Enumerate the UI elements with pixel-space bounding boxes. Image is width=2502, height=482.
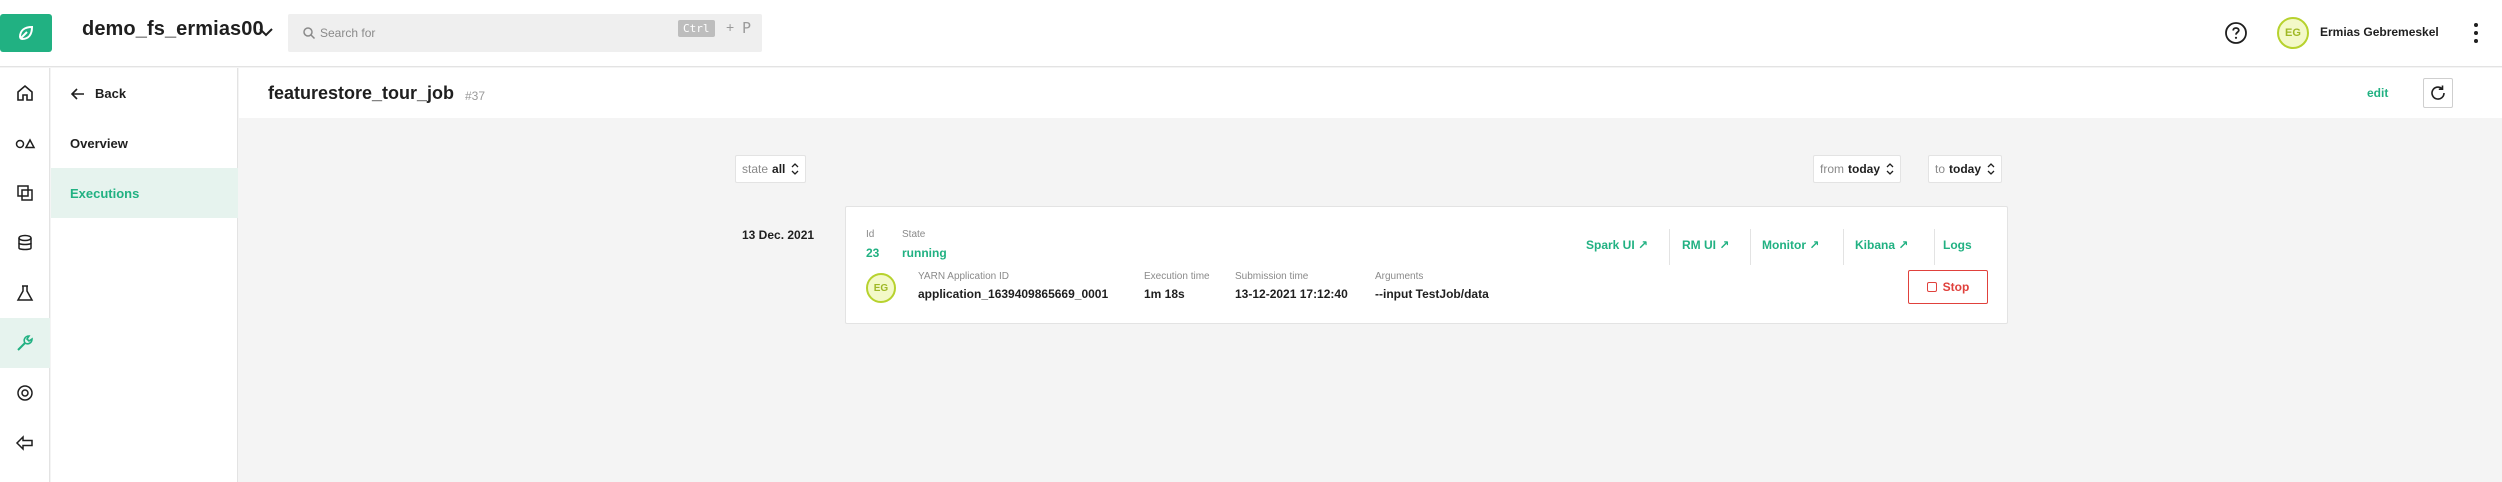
kibana-link[interactable]: Kibana ↗ (1855, 238, 1908, 252)
rail-item-database[interactable] (0, 218, 50, 268)
back-label: Back (95, 86, 127, 101)
jobs-icon (17, 335, 33, 351)
execution-arguments: --input TestJob/data (1375, 287, 1489, 301)
rail-item-settings[interactable] (0, 368, 50, 418)
top-bar: demo_fs_ermias00 Ctrl + P EG Ermias Gebr… (0, 0, 2502, 67)
icon-rail (0, 68, 50, 482)
rail-item-experiments[interactable] (0, 268, 50, 318)
execution-time-label: Execution time (1144, 271, 1210, 282)
training-datasets-icon (17, 185, 33, 201)
user-avatar[interactable]: EG (2277, 17, 2309, 49)
execution-id-label: Id (866, 229, 875, 240)
subnav-item-executions[interactable]: Executions (51, 168, 238, 218)
chevron-down-icon[interactable] (256, 22, 276, 42)
stop-label: Stop (1942, 280, 1970, 294)
rail-item-jobs[interactable] (0, 318, 50, 368)
submission-time-label: Submission time (1235, 271, 1309, 282)
page-title: featurestore_tour_job (268, 83, 455, 103)
to-filter-label: to (1935, 162, 1946, 176)
monitor-link[interactable]: Monitor ↗ (1762, 238, 1819, 252)
edit-link[interactable]: edit (2367, 86, 2388, 100)
execution-card: Id 23 State running EG YARN Application … (845, 206, 2008, 324)
execution-user-avatar: EG (866, 273, 896, 303)
execution-state-label: State (902, 229, 926, 240)
refresh-icon (2431, 85, 2445, 100)
stop-icon (1926, 282, 1937, 292)
user-name[interactable]: Ermias Gebremeskel (2320, 25, 2439, 39)
link-divider (1750, 229, 1751, 265)
link-divider (1669, 229, 1670, 265)
experiments-icon (16, 285, 34, 301)
search-icon (303, 27, 316, 40)
features-icon (15, 138, 36, 149)
rm-ui-link[interactable]: RM UI ↗ (1682, 238, 1729, 252)
sort-arrows-icon (1987, 163, 1995, 175)
search-input[interactable] (320, 22, 620, 44)
shortcut-key: P (742, 19, 752, 37)
state-filter-value: all (772, 162, 786, 176)
database-icon (18, 234, 32, 251)
more-vertical-icon[interactable] (2470, 20, 2482, 46)
yarn-application-id: application_1639409865669_0001 (918, 287, 1109, 301)
job-id: #37 (465, 89, 486, 103)
from-filter-value: today (1848, 162, 1881, 176)
to-date-filter[interactable]: to today (1928, 155, 2003, 183)
stop-button[interactable]: Stop (1908, 270, 1988, 304)
execution-state: running (902, 246, 947, 260)
home-icon (17, 84, 33, 101)
logo-icon (18, 25, 34, 41)
settings-icon (17, 385, 33, 401)
sort-arrows-icon (791, 163, 799, 175)
link-divider (1843, 229, 1844, 265)
link-divider (1934, 229, 1935, 265)
arrow-left-icon (71, 87, 84, 100)
secondary-sidebar: Back Overview Executions (51, 68, 238, 482)
back-button[interactable]: Back (71, 86, 126, 101)
rail-item-training-datasets[interactable] (0, 168, 50, 218)
execution-date: 13 Dec. 2021 (742, 228, 815, 242)
sort-arrows-icon (1886, 163, 1894, 175)
subnav-item-overview[interactable]: Overview (51, 118, 238, 168)
submission-time: 13-12-2021 17:12:40 (1235, 287, 1348, 301)
shortcut-modifier-key: Ctrl (678, 20, 715, 37)
execution-id: 23 (866, 246, 880, 260)
page-header: featurestore_tour_job #37 edit (239, 68, 2502, 118)
arguments-label: Arguments (1375, 271, 1424, 282)
yarn-id-label: YARN Application ID (918, 271, 1009, 282)
execution-time: 1m 18s (1144, 287, 1185, 301)
rail-item-exit[interactable] (0, 418, 50, 468)
help-icon[interactable] (2224, 21, 2248, 45)
from-filter-label: from (1820, 162, 1844, 176)
exit-icon (15, 435, 33, 451)
spark-ui-link[interactable]: Spark UI ↗ (1586, 238, 1648, 252)
rail-item-features[interactable] (0, 118, 50, 168)
to-filter-value: today (1949, 162, 1982, 176)
state-filter-label: state (742, 162, 769, 176)
state-filter[interactable]: state all (735, 155, 807, 183)
rail-item-home[interactable] (0, 68, 50, 118)
refresh-button[interactable] (2423, 78, 2453, 108)
from-date-filter[interactable]: from today (1813, 155, 1902, 183)
project-name[interactable]: demo_fs_ermias00 (82, 18, 264, 41)
logs-link[interactable]: Logs (1943, 238, 1972, 252)
shortcut-plus: + (726, 19, 735, 35)
app-logo[interactable] (0, 14, 52, 52)
